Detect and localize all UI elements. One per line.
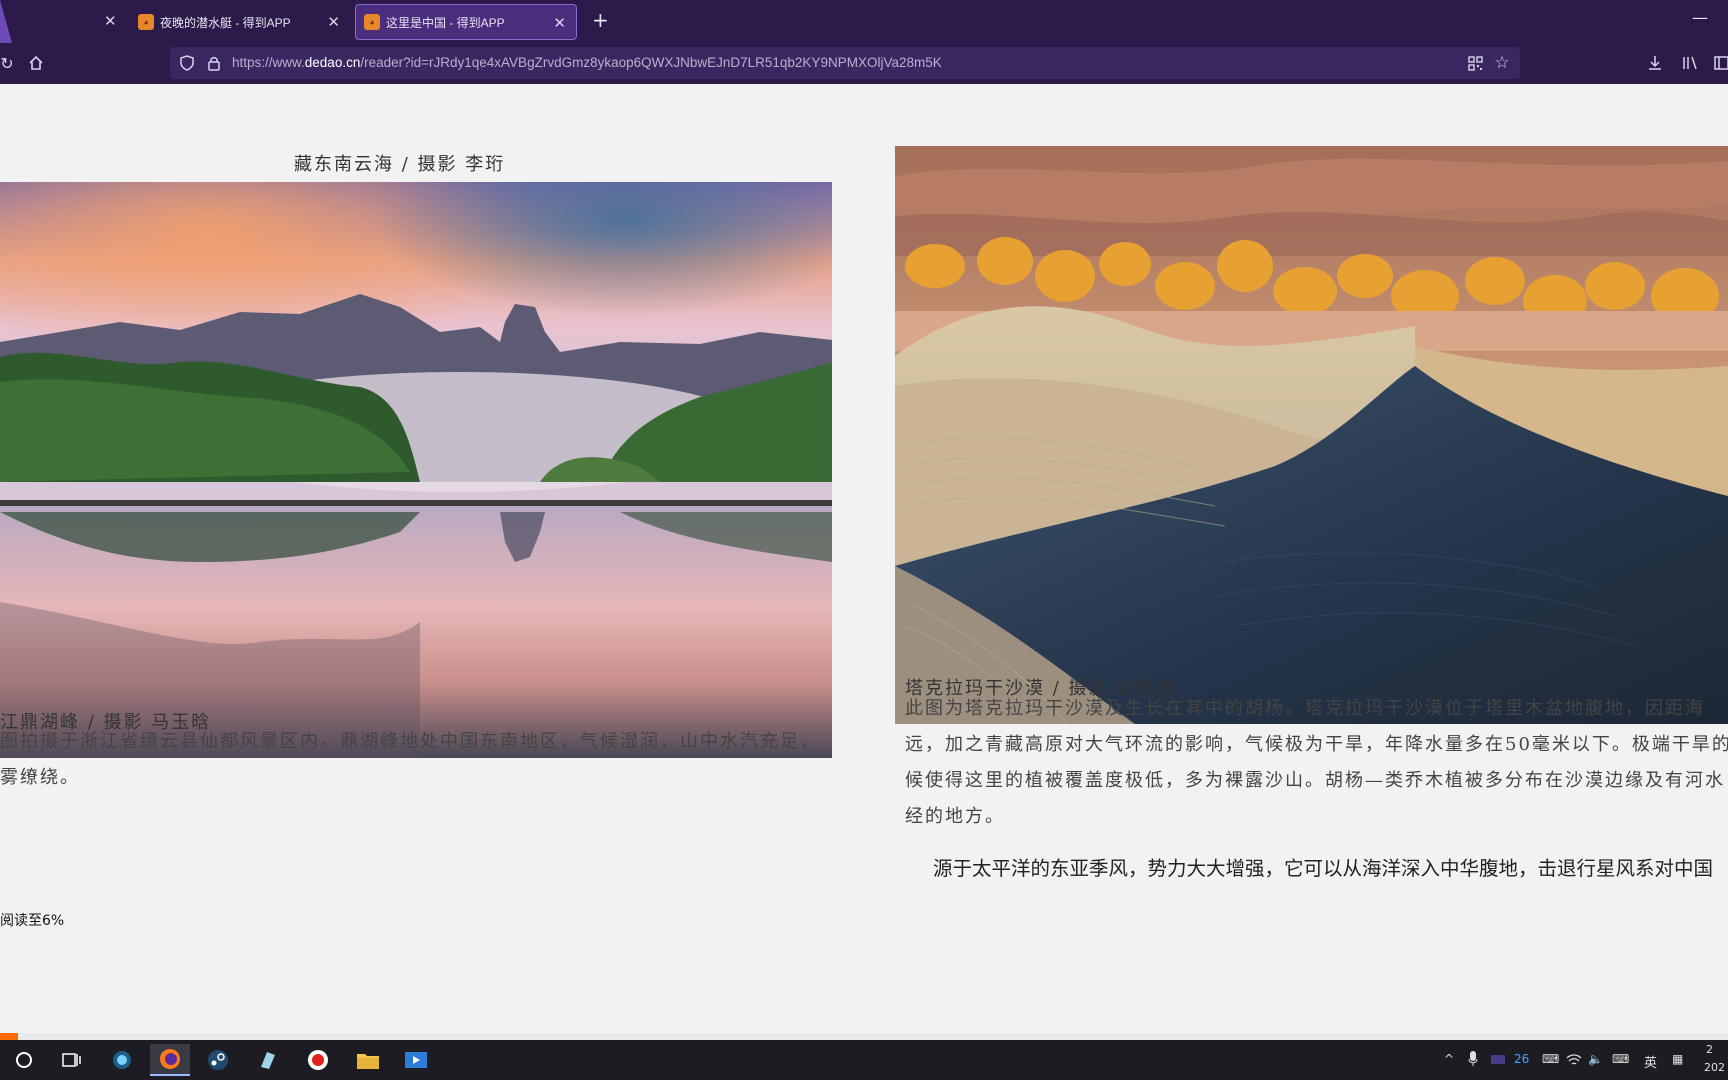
media-player-icon[interactable] bbox=[396, 1044, 436, 1076]
tab-bar: ✕ ◕ 夜晚的潜水艇 - 得到APP ✕ ◕ 这里是中国 - 得到APP ✕ +… bbox=[0, 0, 1728, 43]
tab-close-icon[interactable]: ✕ bbox=[104, 12, 117, 30]
reload-icon[interactable]: ↻ bbox=[0, 53, 14, 73]
clock-date[interactable]: 202 bbox=[1704, 1061, 1725, 1074]
downloads-icon[interactable] bbox=[1644, 52, 1666, 74]
photo-description-right-line-2: 远，加之青藏高原对大气环流的影响，气候极为干旱，年降水量多在50毫米以下。极端干… bbox=[905, 734, 1728, 755]
input-method-indicator[interactable]: 英 bbox=[1644, 1052, 1657, 1071]
lock-icon[interactable] bbox=[205, 54, 223, 72]
network-icon[interactable] bbox=[1566, 1052, 1582, 1069]
bookmark-star-icon[interactable]: ☆ bbox=[1492, 53, 1512, 73]
photo-description-left-line-1: 图拍摄于浙江省缙云县仙都风景区内。鼎湖峰地处中国东南地区，气候湿润，山中水汽充足… bbox=[0, 731, 820, 752]
steam-icon[interactable] bbox=[198, 1044, 238, 1076]
photo-description-right-line-1: 此图为塔克拉玛干沙漠及生长在其中的胡杨。塔克拉玛干沙漠位于塔里木盆地腹地，因距海 bbox=[905, 698, 1705, 719]
photo-description-right-line-4: 经的地方。 bbox=[905, 806, 1005, 827]
windows-taskbar: ^ 26 ⌨ 🔈 ⌨ 英 ▦ 2 202 bbox=[0, 1040, 1728, 1080]
tab-night-submarine[interactable]: ◕ 夜晚的潜水艇 - 得到APP ✕ bbox=[130, 4, 350, 40]
notes-app-icon[interactable] bbox=[248, 1044, 288, 1076]
url-prefix: https://www. bbox=[232, 55, 305, 70]
navigation-bar: ↻ https://www.dedao.cn/reader?id=rJRdy1q… bbox=[0, 43, 1728, 84]
minimize-window-icon[interactable]: — bbox=[1692, 8, 1708, 27]
dedao-favicon-icon: ◕ bbox=[364, 14, 380, 30]
qr-code-icon[interactable] bbox=[1466, 54, 1484, 72]
library-icon[interactable] bbox=[1680, 52, 1702, 74]
clock-time[interactable]: 2 bbox=[1706, 1043, 1713, 1056]
search-circle-icon[interactable] bbox=[4, 1044, 44, 1076]
reading-progress-label: 阅读至6% bbox=[0, 913, 65, 929]
home-icon[interactable] bbox=[24, 51, 48, 75]
firefox-icon[interactable] bbox=[150, 1044, 190, 1076]
photo-description-left-line-2: 雾缭绕。 bbox=[0, 767, 80, 788]
tray-app-icon[interactable] bbox=[1490, 1052, 1506, 1069]
task-view-icon[interactable] bbox=[52, 1044, 92, 1076]
reading-progress-fill bbox=[0, 1033, 18, 1040]
lake-mountain-photo bbox=[0, 182, 832, 758]
calendar-grid-icon[interactable]: ▦ bbox=[1672, 1052, 1683, 1066]
microphone-icon[interactable] bbox=[1468, 1050, 1478, 1069]
reader-content: 藏东南云海 / 摄影 李珩 江鼎湖峰 / 摄影 马玉晗 图拍摄于浙江省缙云县仙都… bbox=[0, 84, 1728, 1040]
touch-keyboard-icon[interactable]: ⌨ bbox=[1612, 1052, 1629, 1066]
photo-description-right-line-3: 候使得这里的植被覆盖度极低，多为裸露沙山。胡杨—类乔木植被多分布在沙漠边缘及有河… bbox=[905, 770, 1725, 791]
tray-chevron-icon[interactable]: ^ bbox=[1444, 1052, 1454, 1066]
keyboard-tray-icon[interactable]: ⌨ bbox=[1542, 1052, 1559, 1066]
photo-caption-top: 藏东南云海 / 摄影 李珩 bbox=[294, 154, 506, 175]
reading-progress-bar bbox=[0, 1033, 1728, 1040]
tray-badge[interactable]: 26 bbox=[1514, 1052, 1529, 1066]
url-text[interactable]: https://www.dedao.cn/reader?id=rJRdy1qe4… bbox=[232, 55, 942, 70]
desert-dune-photo bbox=[895, 146, 1728, 724]
article-body-text: 源于太平洋的东亚季风，势力大大增强，它可以从海洋深入中华腹地，击退行星风系对中国 bbox=[933, 857, 1714, 880]
volume-icon[interactable]: 🔈 bbox=[1588, 1052, 1603, 1066]
tracking-shield-icon[interactable] bbox=[178, 54, 196, 72]
tab-this-is-china[interactable]: ◕ 这里是中国 - 得到APP ✕ bbox=[355, 4, 577, 40]
url-domain: dedao.cn bbox=[304, 55, 361, 70]
address-bar[interactable]: https://www.dedao.cn/reader?id=rJRdy1qe4… bbox=[170, 47, 1520, 79]
tab-close-icon[interactable]: ✕ bbox=[327, 13, 340, 31]
tab-title: 这里是中国 - 得到APP bbox=[386, 15, 505, 30]
new-tab-button[interactable]: + bbox=[592, 8, 609, 32]
sidebar-icon[interactable] bbox=[1714, 52, 1728, 74]
record-icon[interactable] bbox=[298, 1044, 338, 1076]
tab-bar-corner bbox=[0, 0, 12, 43]
dedao-favicon-icon: ◕ bbox=[138, 14, 154, 30]
tab-title: 夜晚的潜水艇 - 得到APP bbox=[160, 15, 291, 30]
app-compass-icon[interactable] bbox=[102, 1044, 142, 1076]
tab-close-icon[interactable]: ✕ bbox=[553, 14, 566, 32]
url-path: /reader?id=rJRdy1qe4xAVBgZrvdGmz8ykaop6Q… bbox=[360, 55, 942, 70]
file-explorer-icon[interactable] bbox=[348, 1044, 388, 1076]
